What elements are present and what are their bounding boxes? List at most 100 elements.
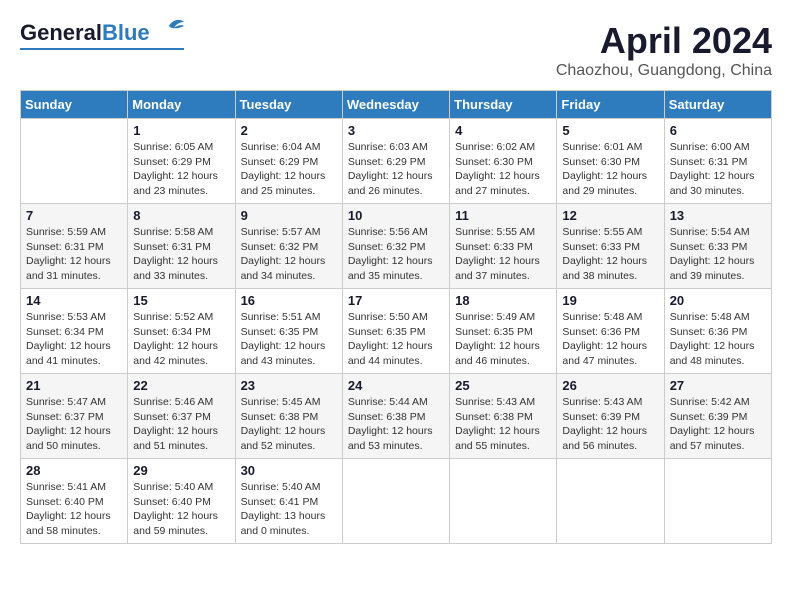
day-info: Sunrise: 5:54 AM Sunset: 6:33 PM Dayligh… xyxy=(670,225,766,284)
title-block: April 2024 Chaozhou, Guangdong, China xyxy=(556,20,772,80)
day-number: 16 xyxy=(241,293,337,308)
calendar-cell: 23 Sunrise: 5:45 AM Sunset: 6:38 PM Dayli… xyxy=(235,374,342,459)
week-row-5: 28Sunrise: 5:41 AM Sunset: 6:40 PM Dayli… xyxy=(21,459,772,544)
calendar-cell: 22Sunrise: 5:46 AM Sunset: 6:37 PM Dayli… xyxy=(128,374,235,459)
day-info: Sunrise: 5:44 AM Sunset: 6:38 PM Dayligh… xyxy=(348,395,444,454)
day-number: 1 xyxy=(133,123,229,138)
calendar-cell: 21 Sunrise: 5:47 AM Sunset: 6:37 PM Dayli… xyxy=(21,374,128,459)
day-info: Sunrise: 5:43 AM Sunset: 6:38 PM Dayligh… xyxy=(455,395,551,454)
day-number: 17 xyxy=(348,293,444,308)
day-number: 12 xyxy=(562,208,658,223)
day-info: Sunrise: 5:40 AM Sunset: 6:40 PM Dayligh… xyxy=(133,480,229,539)
week-row-1: 1 Sunrise: 6:05 AM Sunset: 6:29 PM Daylig… xyxy=(21,119,772,204)
day-info: Sunrise: 5:41 AM Sunset: 6:40 PM Dayligh… xyxy=(26,480,122,539)
day-info: Sunrise: 6:03 AM Sunset: 6:29 PM Dayligh… xyxy=(348,140,444,199)
day-header-saturday: Saturday xyxy=(664,91,771,119)
day-info: Sunrise: 5:57 AM Sunset: 6:32 PM Dayligh… xyxy=(241,225,337,284)
day-info: Sunrise: 5:43 AM Sunset: 6:39 PM Dayligh… xyxy=(562,395,658,454)
day-info: Sunrise: 5:48 AM Sunset: 6:36 PM Dayligh… xyxy=(670,310,766,369)
day-info: Sunrise: 5:49 AM Sunset: 6:35 PM Dayligh… xyxy=(455,310,551,369)
week-row-3: 14 Sunrise: 5:53 AM Sunset: 6:34 PM Dayli… xyxy=(21,289,772,374)
calendar-cell: 8 Sunrise: 5:58 AM Sunset: 6:31 PM Daylig… xyxy=(128,204,235,289)
calendar-title: April 2024 xyxy=(556,20,772,62)
calendar-cell: 14 Sunrise: 5:53 AM Sunset: 6:34 PM Dayli… xyxy=(21,289,128,374)
day-info: Sunrise: 5:48 AM Sunset: 6:36 PM Dayligh… xyxy=(562,310,658,369)
day-number: 7 xyxy=(26,208,122,223)
calendar-cell xyxy=(450,459,557,544)
day-number: 15 xyxy=(133,293,229,308)
day-number: 27 xyxy=(670,378,766,393)
day-info: Sunrise: 5:58 AM Sunset: 6:31 PM Dayligh… xyxy=(133,225,229,284)
day-info: Sunrise: 5:40 AM Sunset: 6:41 PM Dayligh… xyxy=(241,480,337,539)
calendar-cell: 29 Sunrise: 5:40 AM Sunset: 6:40 PM Dayli… xyxy=(128,459,235,544)
day-info: Sunrise: 6:00 AM Sunset: 6:31 PM Dayligh… xyxy=(670,140,766,199)
day-info: Sunrise: 5:42 AM Sunset: 6:39 PM Dayligh… xyxy=(670,395,766,454)
day-number: 13 xyxy=(670,208,766,223)
calendar-cell: 27 Sunrise: 5:42 AM Sunset: 6:39 PM Dayli… xyxy=(664,374,771,459)
day-header-thursday: Thursday xyxy=(450,91,557,119)
calendar-cell xyxy=(664,459,771,544)
day-info: Sunrise: 5:56 AM Sunset: 6:32 PM Dayligh… xyxy=(348,225,444,284)
day-number: 26 xyxy=(562,378,658,393)
calendar-cell: 30 Sunrise: 5:40 AM Sunset: 6:41 PM Dayli… xyxy=(235,459,342,544)
calendar-cell: 6Sunrise: 6:00 AM Sunset: 6:31 PM Daylig… xyxy=(664,119,771,204)
day-number: 18 xyxy=(455,293,551,308)
calendar-cell: 3Sunrise: 6:03 AM Sunset: 6:29 PM Daylig… xyxy=(342,119,449,204)
logo-text: GeneralBlue xyxy=(20,20,150,46)
week-row-4: 21 Sunrise: 5:47 AM Sunset: 6:37 PM Dayli… xyxy=(21,374,772,459)
calendar-cell xyxy=(21,119,128,204)
calendar-cell: 11Sunrise: 5:55 AM Sunset: 6:33 PM Dayli… xyxy=(450,204,557,289)
day-header-tuesday: Tuesday xyxy=(235,91,342,119)
day-number: 5 xyxy=(562,123,658,138)
day-info: Sunrise: 5:51 AM Sunset: 6:35 PM Dayligh… xyxy=(241,310,337,369)
calendar-cell xyxy=(342,459,449,544)
calendar-subtitle: Chaozhou, Guangdong, China xyxy=(556,62,772,80)
day-info: Sunrise: 6:05 AM Sunset: 6:29 PM Dayligh… xyxy=(133,140,229,199)
calendar-cell: 18 Sunrise: 5:49 AM Sunset: 6:35 PM Dayli… xyxy=(450,289,557,374)
day-header-wednesday: Wednesday xyxy=(342,91,449,119)
day-number: 23 xyxy=(241,378,337,393)
day-number: 29 xyxy=(133,463,229,478)
calendar-cell: 15 Sunrise: 5:52 AM Sunset: 6:34 PM Dayli… xyxy=(128,289,235,374)
calendar-cell: 16 Sunrise: 5:51 AM Sunset: 6:35 PM Dayli… xyxy=(235,289,342,374)
calendar-cell: 7 Sunrise: 5:59 AM Sunset: 6:31 PM Daylig… xyxy=(21,204,128,289)
day-number: 4 xyxy=(455,123,551,138)
calendar-cell: 13 Sunrise: 5:54 AM Sunset: 6:33 PM Dayli… xyxy=(664,204,771,289)
day-number: 30 xyxy=(241,463,337,478)
calendar-cell: 20 Sunrise: 5:48 AM Sunset: 6:36 PM Dayli… xyxy=(664,289,771,374)
day-header-friday: Friday xyxy=(557,91,664,119)
day-info: Sunrise: 5:55 AM Sunset: 6:33 PM Dayligh… xyxy=(562,225,658,284)
day-number: 19 xyxy=(562,293,658,308)
day-info: Sunrise: 6:04 AM Sunset: 6:29 PM Dayligh… xyxy=(241,140,337,199)
day-number: 22 xyxy=(133,378,229,393)
logo: GeneralBlue xyxy=(20,20,184,50)
calendar-cell: 26 Sunrise: 5:43 AM Sunset: 6:39 PM Dayli… xyxy=(557,374,664,459)
day-info: Sunrise: 5:52 AM Sunset: 6:34 PM Dayligh… xyxy=(133,310,229,369)
day-info: Sunrise: 5:55 AM Sunset: 6:33 PM Dayligh… xyxy=(455,225,551,284)
calendar-cell: 12 Sunrise: 5:55 AM Sunset: 6:33 PM Dayli… xyxy=(557,204,664,289)
calendar-cell xyxy=(557,459,664,544)
calendar-cell: 4 Sunrise: 6:02 AM Sunset: 6:30 PM Daylig… xyxy=(450,119,557,204)
calendar-cell: 10 Sunrise: 5:56 AM Sunset: 6:32 PM Dayli… xyxy=(342,204,449,289)
calendar-cell: 9Sunrise: 5:57 AM Sunset: 6:32 PM Daylig… xyxy=(235,204,342,289)
calendar-cell: 25 Sunrise: 5:43 AM Sunset: 6:38 PM Dayli… xyxy=(450,374,557,459)
day-number: 14 xyxy=(26,293,122,308)
day-info: Sunrise: 5:50 AM Sunset: 6:35 PM Dayligh… xyxy=(348,310,444,369)
day-number: 21 xyxy=(26,378,122,393)
day-number: 20 xyxy=(670,293,766,308)
day-info: Sunrise: 5:45 AM Sunset: 6:38 PM Dayligh… xyxy=(241,395,337,454)
day-info: Sunrise: 5:53 AM Sunset: 6:34 PM Dayligh… xyxy=(26,310,122,369)
day-info: Sunrise: 6:02 AM Sunset: 6:30 PM Dayligh… xyxy=(455,140,551,199)
calendar-header-row: SundayMondayTuesdayWednesdayThursdayFrid… xyxy=(21,91,772,119)
week-row-2: 7 Sunrise: 5:59 AM Sunset: 6:31 PM Daylig… xyxy=(21,204,772,289)
day-number: 8 xyxy=(133,208,229,223)
day-number: 24 xyxy=(348,378,444,393)
day-number: 25 xyxy=(455,378,551,393)
day-number: 10 xyxy=(348,208,444,223)
day-info: Sunrise: 6:01 AM Sunset: 6:30 PM Dayligh… xyxy=(562,140,658,199)
calendar-cell: 17 Sunrise: 5:50 AM Sunset: 6:35 PM Dayli… xyxy=(342,289,449,374)
page-header: GeneralBlue April 2024 Chaozhou, Guangdo… xyxy=(20,20,772,80)
day-info: Sunrise: 5:59 AM Sunset: 6:31 PM Dayligh… xyxy=(26,225,122,284)
day-info: Sunrise: 5:47 AM Sunset: 6:37 PM Dayligh… xyxy=(26,395,122,454)
logo-bird-icon xyxy=(154,18,184,40)
